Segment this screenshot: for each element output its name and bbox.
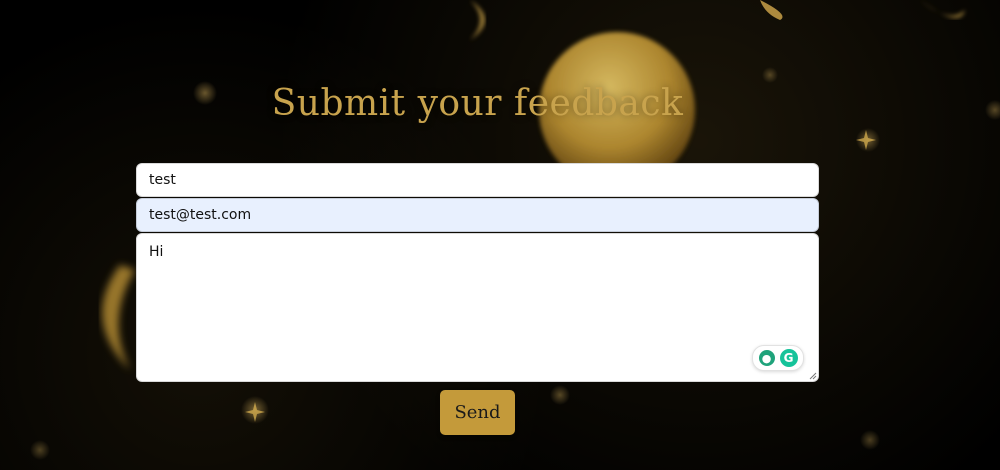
message-field-wrapper: Hi ● G [136,233,819,382]
lightbulb-icon[interactable]: ● [758,350,775,366]
page-title: Submit your feedback [271,83,684,124]
writing-assistant-widget[interactable]: ● G [752,345,804,371]
send-button[interactable]: Send [440,390,515,435]
resize-handle-icon[interactable] [807,370,817,380]
grammarly-icon[interactable]: G [779,349,798,367]
email-field[interactable] [136,198,819,232]
feedback-form: Hi ● G [136,163,819,382]
message-field[interactable]: Hi [136,233,819,382]
name-field[interactable] [136,163,819,197]
